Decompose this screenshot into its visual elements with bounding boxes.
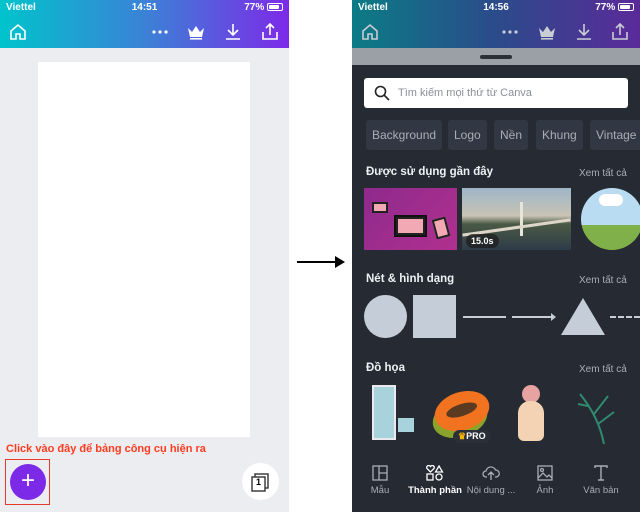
status-bar: Viettel 14:51 77% [0, 2, 289, 16]
graphic-woman-illustration[interactable] [512, 385, 552, 445]
annotation-text: Click vào đây để bảng công cụ hiện ra [6, 443, 206, 455]
nav-uploads[interactable]: Nội dung ... [463, 465, 519, 496]
editor-screen: Viettel 14:51 77% Click vào đây để bảng … [0, 0, 289, 512]
status-bar: Viettel 14:56 77% [352, 2, 640, 16]
nav-label: Ảnh [536, 485, 554, 496]
shape-line[interactable] [463, 316, 506, 318]
crown-icon[interactable] [537, 22, 557, 42]
chip-nen[interactable]: Nền [494, 120, 529, 150]
chip-background[interactable]: Background [366, 120, 443, 150]
video-duration-badge: 15.0s [466, 234, 499, 248]
top-bar: Viettel 14:51 77% [0, 0, 289, 48]
battery: 77% [244, 2, 283, 13]
see-all-recent[interactable]: Xem tất cả [579, 168, 627, 179]
annotation-highlight: + [5, 459, 50, 505]
nav-label: Thành phần [408, 485, 462, 496]
nav-photos[interactable]: Ảnh [517, 465, 573, 496]
more-icon[interactable] [500, 22, 520, 42]
nav-elements[interactable]: Thành phần [407, 465, 463, 496]
upload-icon [482, 466, 500, 480]
home-icon[interactable] [8, 22, 28, 42]
shape-arrow-line[interactable] [512, 313, 556, 321]
design-page[interactable] [38, 62, 250, 437]
recent-item-web-design[interactable] [364, 188, 457, 250]
graphic-leaf-branch[interactable] [574, 384, 620, 444]
graphic-desk-items[interactable] [398, 418, 414, 432]
section-title-graphics: Đồ họa [366, 362, 405, 374]
shape-triangle[interactable] [561, 298, 605, 335]
recent-item-bridge-video[interactable]: 15.0s [462, 188, 571, 250]
share-icon[interactable] [610, 22, 630, 42]
nav-label: Văn bản [583, 485, 619, 496]
shape-dashed-line[interactable] [610, 316, 640, 318]
download-icon[interactable] [223, 22, 243, 42]
transition-arrow [297, 261, 337, 263]
search-icon [374, 85, 390, 101]
home-icon[interactable] [360, 22, 380, 42]
pages-button[interactable]: 1 [242, 463, 279, 500]
more-icon[interactable] [150, 22, 170, 42]
graphic-isometric-letter[interactable] [372, 385, 396, 440]
pro-badge: ♛PRO [453, 430, 491, 443]
section-title-recent: Được sử dụng gần đây [366, 166, 494, 178]
crown-icon: ♛ [458, 431, 467, 441]
page-count: 1 [256, 477, 262, 487]
add-button[interactable]: + [10, 464, 46, 500]
crown-icon[interactable] [186, 22, 206, 42]
photo-icon [537, 465, 553, 481]
elements-icon [426, 465, 444, 481]
elements-panel-screen: Viettel 14:56 77% Tìm kiếm mọi thứ từ Ca… [352, 0, 640, 512]
chip-vintage[interactable]: Vintage [590, 120, 640, 150]
see-all-shapes[interactable]: Xem tất cả [579, 275, 627, 286]
nav-label: Mẫu [370, 485, 390, 496]
recent-item-landscape-circle[interactable] [581, 188, 640, 250]
battery-icon [267, 3, 283, 12]
template-icon [372, 465, 388, 481]
shape-square[interactable] [413, 295, 456, 338]
search-input[interactable]: Tìm kiếm mọi thứ từ Canva [364, 78, 628, 108]
text-icon [594, 465, 608, 481]
shape-circle[interactable] [364, 295, 407, 338]
chip-khung[interactable]: Khung [536, 120, 583, 150]
battery-icon [618, 3, 634, 12]
download-icon[interactable] [574, 22, 594, 42]
top-bar: Viettel 14:56 77% [352, 0, 640, 48]
nav-text[interactable]: Văn bản [573, 465, 629, 496]
section-title-shapes: Nét & hình dạng [366, 273, 455, 285]
battery-percent: 77% [244, 2, 265, 13]
battery: 77% [595, 2, 634, 13]
share-icon[interactable] [260, 22, 280, 42]
nav-templates[interactable]: Mẫu [352, 465, 408, 496]
chip-logo[interactable]: Logo [448, 120, 487, 150]
search-placeholder: Tìm kiếm mọi thứ từ Canva [398, 87, 532, 99]
see-all-graphics[interactable]: Xem tất cả [579, 364, 627, 375]
drag-handle[interactable] [480, 55, 512, 59]
battery-percent: 77% [595, 2, 616, 13]
nav-label: Nội dung ... [466, 485, 516, 496]
pro-label: PRO [466, 431, 486, 441]
arrow-head [335, 256, 345, 268]
